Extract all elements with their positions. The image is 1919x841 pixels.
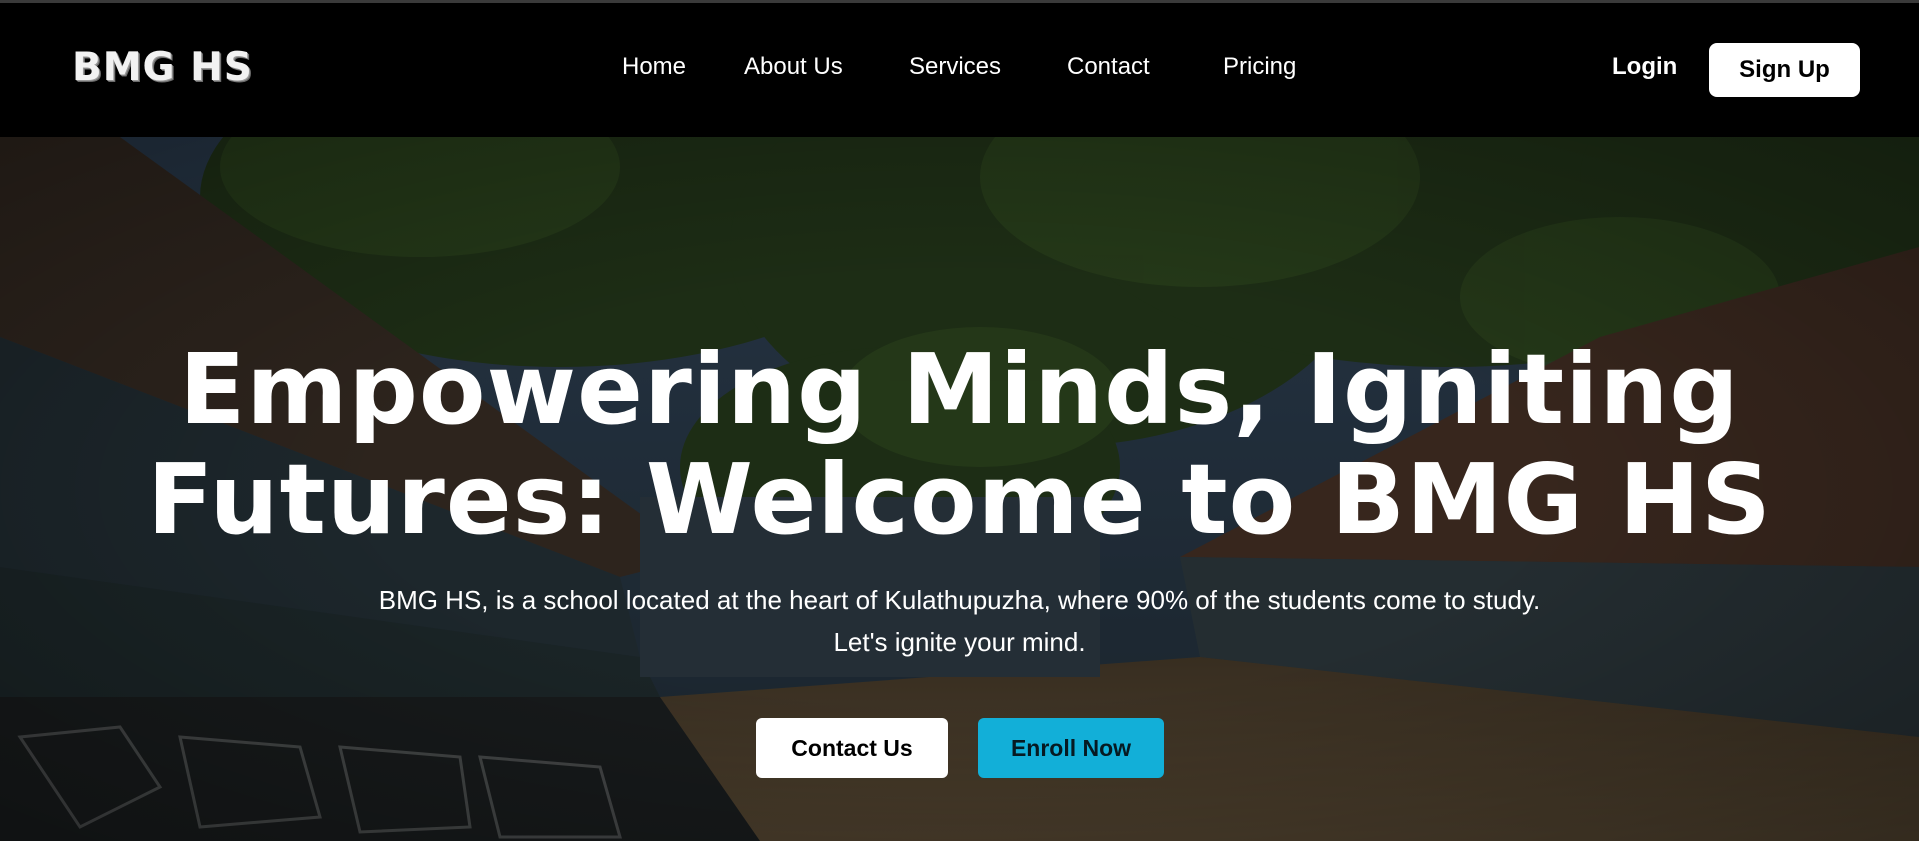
hero-content: Empowering Minds, Igniting Futures: Welc… [0,137,1919,841]
nav-link-services[interactable]: Services [909,53,1067,81]
navbar: BMG HS Home About Us Services Contact Pr… [0,3,1919,137]
hero-title: Empowering Minds, Igniting Futures: Welc… [0,335,1919,555]
hero-section: Empowering Minds, Igniting Futures: Welc… [0,137,1919,841]
enroll-now-button[interactable]: Enroll Now [978,718,1164,778]
nav-link-contact[interactable]: Contact [1067,53,1223,81]
nav-link-pricing[interactable]: Pricing [1223,53,1343,81]
site-logo[interactable]: BMG HS [72,45,253,90]
hero-subtitle: BMG HS, is a school located at the heart… [300,579,1619,663]
nav-link-home[interactable]: Home [622,53,744,81]
hero-title-line-2: Futures: Welcome to BMG HS [147,443,1772,556]
hero-subtitle-line-1: BMG HS, is a school located at the heart… [378,585,1541,615]
nav-link-about-us[interactable]: About Us [744,53,909,81]
hero-subtitle-line-2: Let's ignite your mind. [833,627,1086,657]
hero-title-line-1: Empowering Minds, Igniting [179,333,1740,446]
login-link[interactable]: Login [1612,53,1677,81]
main-nav: Home About Us Services Contact Pricing [622,53,1343,81]
contact-us-button[interactable]: Contact Us [756,718,948,778]
sign-up-button[interactable]: Sign Up [1709,43,1860,97]
